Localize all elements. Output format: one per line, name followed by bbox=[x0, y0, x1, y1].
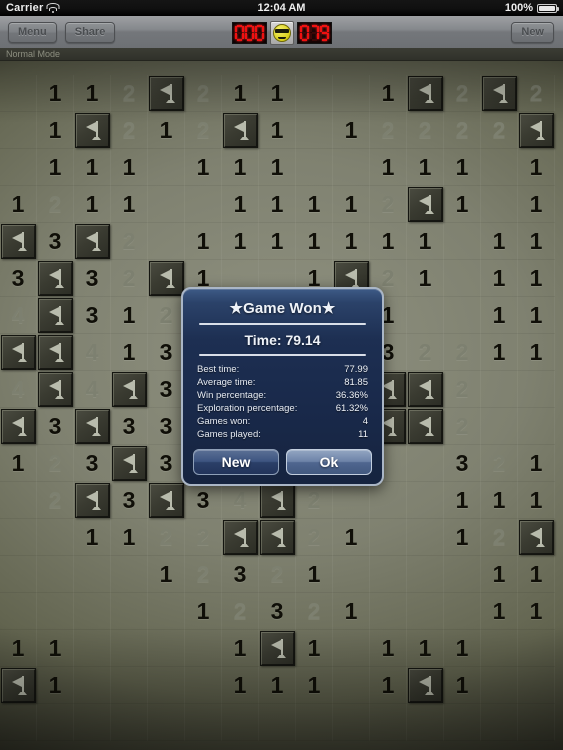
stat-label: Exploration percentage: bbox=[197, 403, 298, 414]
dialog-ok-button[interactable]: Ok bbox=[286, 449, 372, 475]
stat-row: Exploration percentage: 61.32% bbox=[197, 402, 368, 415]
stat-value: 36.36% bbox=[335, 390, 368, 401]
dialog-new-button[interactable]: New bbox=[193, 449, 279, 475]
dialog-divider-bottom bbox=[199, 354, 366, 356]
dialog-overlay: ★Game Won★ Time: 79.14 Best time: 77.99 Av… bbox=[0, 0, 563, 750]
stat-row: Games played: 11 bbox=[197, 428, 368, 441]
stat-row: Average time: 81.85 bbox=[197, 376, 368, 389]
game-won-dialog: ★Game Won★ Time: 79.14 Best time: 77.99 Av… bbox=[181, 287, 384, 486]
dialog-stats-list: Best time: 77.99 Average time: 81.85 Win per… bbox=[197, 363, 368, 441]
stat-label: Games won: bbox=[197, 416, 251, 427]
stat-value: 81.85 bbox=[344, 377, 368, 388]
stat-value: 4 bbox=[362, 416, 368, 427]
stat-label: Games played: bbox=[197, 429, 261, 440]
stat-value: 61.32% bbox=[335, 403, 368, 414]
dialog-time-label: Time: 79.14 bbox=[244, 332, 321, 348]
stat-value: 77.99 bbox=[344, 364, 368, 375]
dialog-title: ★Game Won★ bbox=[229, 300, 336, 317]
dialog-divider-top bbox=[199, 323, 366, 325]
minesweeper-app: Carrier 12:04 AM 100% Menu Share New Nor… bbox=[0, 0, 563, 750]
stat-label: Average time: bbox=[197, 377, 256, 388]
stat-row: Games won: 4 bbox=[197, 415, 368, 428]
stat-value: 11 bbox=[358, 429, 368, 440]
stat-label: Win percentage: bbox=[197, 390, 267, 401]
stat-row: Win percentage: 36.36% bbox=[197, 389, 368, 402]
stat-label: Best time: bbox=[197, 364, 240, 375]
stat-row: Best time: 77.99 bbox=[197, 363, 368, 376]
dialog-buttons: New Ok bbox=[193, 449, 372, 475]
